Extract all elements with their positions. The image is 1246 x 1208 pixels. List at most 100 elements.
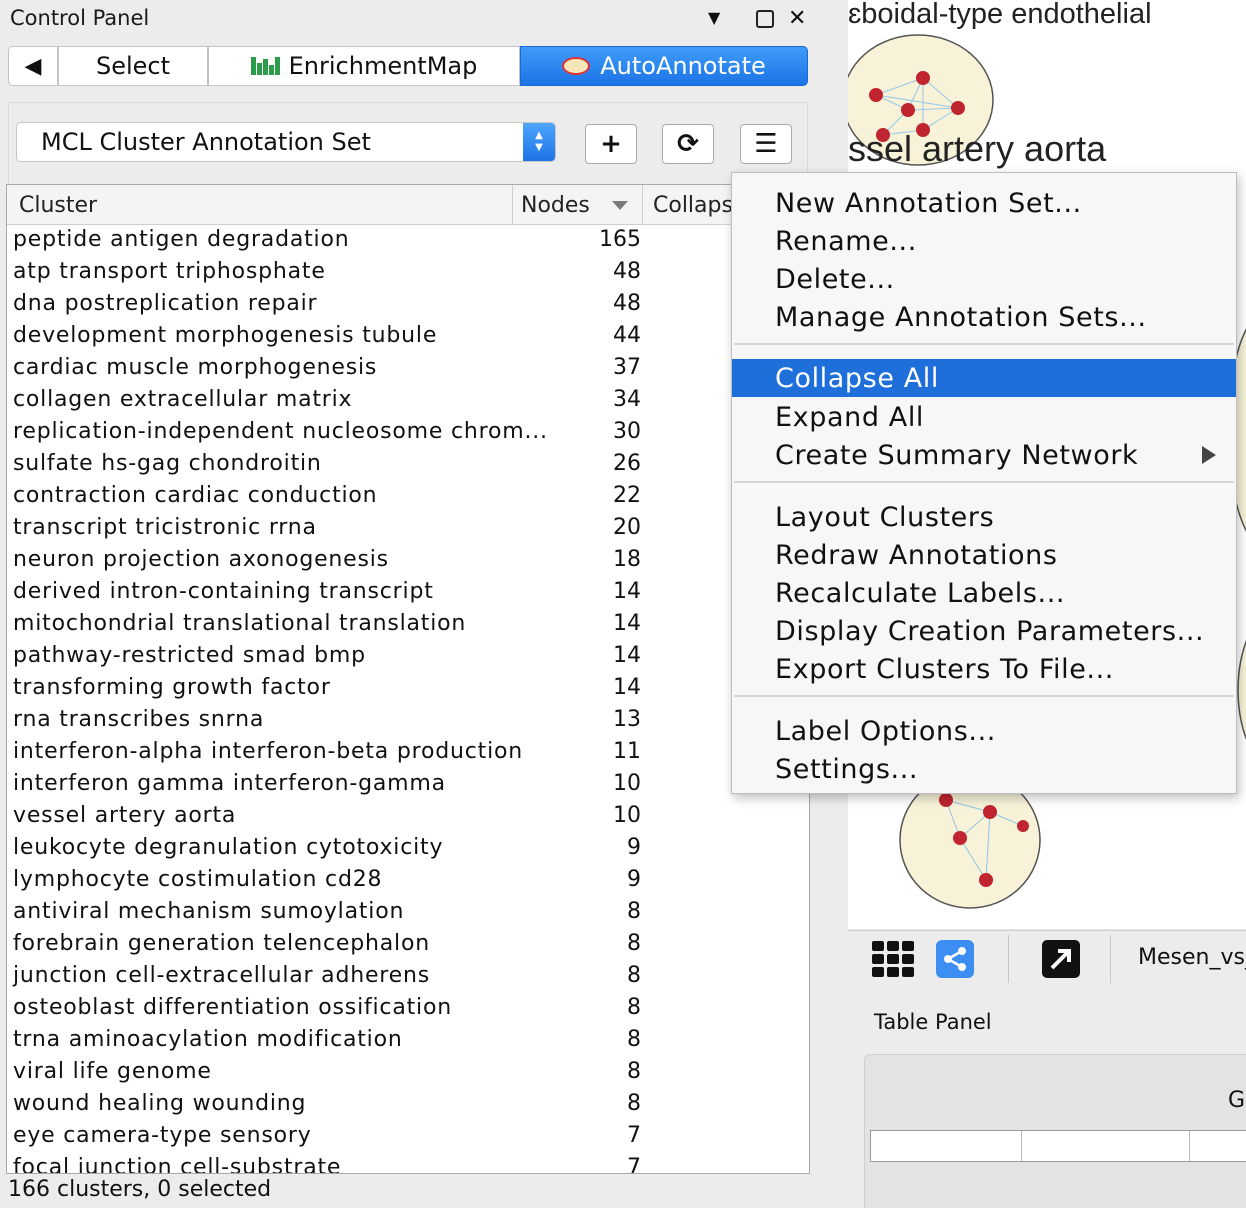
table-row[interactable]: focal junction cell-substrate 7	[7, 1153, 809, 1174]
cluster-name: transforming growth factor	[13, 675, 331, 700]
column-header-nodes[interactable]: Nodes	[512, 185, 642, 225]
node-count: 8	[627, 931, 641, 956]
table-panel-row[interactable]	[870, 1130, 1246, 1162]
menu-item-settings[interactable]: Settings...	[732, 750, 1236, 788]
table-row[interactable]: forebrain generation telencephalon 8	[7, 929, 809, 961]
table-panel-label: G	[1228, 1088, 1246, 1113]
menu-item-collapse-all[interactable]: Collapse All	[732, 359, 1236, 397]
table-row[interactable]: replication-independent nucleosome chrom…	[7, 417, 809, 449]
cluster-name: antiviral mechanism sumoylation	[13, 899, 405, 924]
menu-item-redraw-annotations[interactable]: Redraw Annotations	[732, 536, 1236, 574]
table-row[interactable]: lymphocyte costimulation cd28 9	[7, 865, 809, 897]
table-row[interactable]: vessel artery aorta 10	[7, 801, 809, 833]
menu-item-label-options[interactable]: Label Options...	[732, 712, 1236, 750]
cluster-name: osteoblast differentiation ossification	[13, 995, 452, 1020]
table-row[interactable]: rna transcribes snrna 13	[7, 705, 809, 737]
select-arrows-icon[interactable]: ▲ ▼	[523, 123, 555, 161]
share-network-icon[interactable]	[936, 940, 974, 978]
table-row[interactable]: dna postreplication repair 48	[7, 289, 809, 321]
network-name[interactable]: Mesen_vs_	[1138, 945, 1246, 970]
node-count: 8	[627, 899, 641, 924]
node-count: 18	[613, 547, 641, 572]
menu-button[interactable]: ☰	[740, 124, 792, 164]
annotation-set-select[interactable]: MCL Cluster Annotation Set ▲ ▼	[16, 122, 556, 162]
node-count: 8	[627, 1027, 641, 1052]
menu-item-recalculate-labels[interactable]: Recalculate Labels...	[732, 574, 1236, 612]
table-row[interactable]: interferon gamma interferon-gamma 10	[7, 769, 809, 801]
table-row[interactable]: interferon-alpha interferon-beta product…	[7, 737, 809, 769]
node-count: 9	[627, 835, 641, 860]
external-open-icon[interactable]	[1042, 940, 1080, 978]
node-count: 13	[613, 707, 641, 732]
tab-select[interactable]: Select	[58, 46, 208, 86]
autoannotate-logo-icon	[562, 57, 591, 75]
table-row[interactable]: derived intron-containing transcript 14	[7, 577, 809, 609]
annotation-set-value: MCL Cluster Annotation Set	[41, 128, 371, 156]
grid-view-icon[interactable]	[872, 941, 914, 977]
tab-enrichmentmap[interactable]: EnrichmentMap	[208, 46, 520, 86]
cluster-table[interactable]: Cluster Nodes Collaps peptide antigen de…	[6, 184, 810, 1174]
table-row[interactable]: osteoblast differentiation ossification 8	[7, 993, 809, 1025]
tab-autoannotate[interactable]: AutoAnnotate	[520, 46, 808, 86]
dropdown-arrow-icon[interactable]: ▼	[708, 8, 720, 27]
table-header: Cluster Nodes Collaps	[7, 185, 809, 225]
add-annotation-set-button[interactable]: +	[585, 124, 637, 164]
cluster-name: derived intron-containing transcript	[13, 579, 434, 604]
table-row[interactable]: transcript tricistronic rrna 20	[7, 513, 809, 545]
menu-item-delete[interactable]: Delete...	[732, 260, 1236, 298]
table-row[interactable]: wound healing wounding 8	[7, 1089, 809, 1121]
node-count: 8	[627, 995, 641, 1020]
menu-item-expand-all[interactable]: Expand All	[732, 398, 1236, 436]
table-row[interactable]: viral life genome 8	[7, 1057, 809, 1089]
node-count: 48	[613, 291, 641, 316]
node-count: 10	[613, 771, 641, 796]
menu-item-rename[interactable]: Rename...	[732, 222, 1236, 260]
menu-separator	[734, 343, 1234, 345]
column-header-cluster[interactable]: Cluster	[19, 185, 97, 225]
node-count: 8	[627, 1059, 641, 1084]
table-row[interactable]: development morphogenesis tubule 44	[7, 321, 809, 353]
menu-item-display-creation-parameters[interactable]: Display Creation Parameters...	[732, 612, 1236, 650]
close-icon[interactable]: ✕	[788, 6, 806, 31]
table-row[interactable]: contraction cardiac conduction 22	[7, 481, 809, 513]
refresh-button[interactable]: ⟳	[662, 124, 714, 164]
cluster-label: ssel artery aorta	[848, 128, 1107, 169]
node-count: 7	[627, 1155, 641, 1174]
table-row[interactable]: transforming growth factor 14	[7, 673, 809, 705]
table-row[interactable]: peptide antigen degradation 165	[7, 225, 809, 257]
panel-title: Control Panel	[10, 6, 150, 30]
cluster-name: forebrain generation telencephalon	[13, 931, 430, 956]
table-row[interactable]: sulfate hs-gag chondroitin 26	[7, 449, 809, 481]
node-count: 37	[613, 355, 641, 380]
node-count: 14	[613, 643, 641, 668]
table-row[interactable]: junction cell-extracellular adherens 8	[7, 961, 809, 993]
cluster-name: contraction cardiac conduction	[13, 483, 378, 508]
table-row[interactable]: atp transport triphosphate 48	[7, 257, 809, 289]
table-row[interactable]: eye camera-type sensory 7	[7, 1121, 809, 1153]
menu-separator	[734, 481, 1234, 483]
menu-item-create-summary-network[interactable]: Create Summary Network	[732, 436, 1236, 474]
menu-item-manage-annotation-sets[interactable]: Manage Annotation Sets...	[732, 298, 1236, 336]
table-row[interactable]: cardiac muscle morphogenesis 37	[7, 353, 809, 385]
cluster-name: replication-independent nucleosome chrom…	[13, 419, 548, 444]
table-row[interactable]: collagen extracellular matrix 34	[7, 385, 809, 417]
cluster-label: ɛboidal-type endothelial	[848, 0, 1152, 30]
column-header-collapsed[interactable]: Collaps	[642, 185, 733, 225]
node-count: 14	[613, 675, 641, 700]
menu-item-new-annotation-set[interactable]: New Annotation Set...	[732, 184, 1236, 222]
table-row[interactable]: neuron projection axonogenesis 18	[7, 545, 809, 577]
table-row[interactable]: trna aminoacylation modification 8	[7, 1025, 809, 1057]
annotation-menu: New Annotation Set... Rename... Delete..…	[731, 172, 1237, 794]
submenu-arrow-icon	[1202, 446, 1216, 464]
cluster-name: lymphocyte costimulation cd28	[13, 867, 383, 892]
tab-back[interactable]: ◀	[8, 46, 58, 86]
menu-item-layout-clusters[interactable]: Layout Clusters	[732, 498, 1236, 536]
maximize-icon[interactable]	[756, 10, 774, 28]
table-row[interactable]: mitochondrial translational translation 1…	[7, 609, 809, 641]
cluster-name: interferon-alpha interferon-beta product…	[13, 739, 523, 764]
cluster-name: atp transport triphosphate	[13, 259, 326, 284]
menu-item-export-clusters[interactable]: Export Clusters To File...	[732, 650, 1236, 688]
table-row[interactable]: leukocyte degranulation cytotoxicity 9	[7, 833, 809, 865]
table-row[interactable]: pathway-restricted smad bmp 14	[7, 641, 809, 673]
table-row[interactable]: antiviral mechanism sumoylation 8	[7, 897, 809, 929]
